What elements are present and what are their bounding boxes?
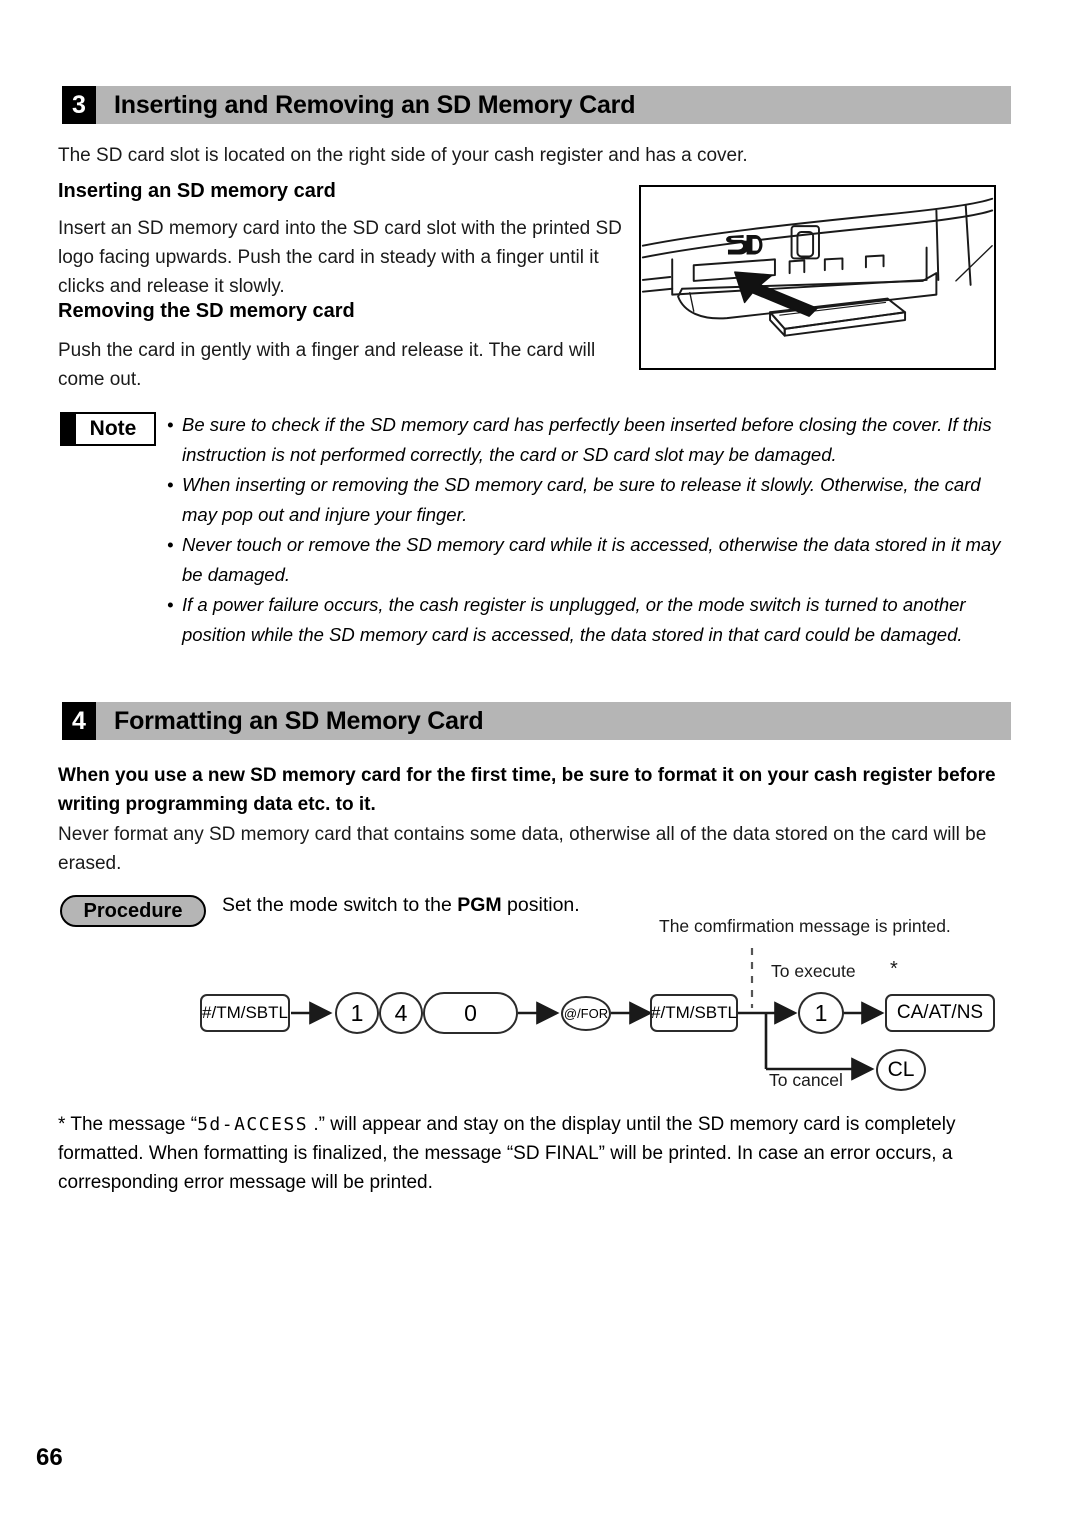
key-cl[interactable]: CL	[876, 1049, 926, 1091]
sd-card-slot-drawing	[641, 197, 994, 337]
section-title-bar-3: Inserting and Removing an SD Memory Card	[96, 86, 1011, 124]
confirmation-message-label: The comfirmation message is printed.	[659, 916, 951, 936]
section4-bold-intro: When you use a new SD memory card for th…	[58, 765, 996, 815]
document-page: 3 Inserting and Removing an SD Memory Ca…	[0, 0, 1080, 1526]
key-digit-0[interactable]: 0	[423, 992, 518, 1034]
section4-body: Never format any SD memory card that con…	[58, 824, 987, 874]
insertion-arrow-icon	[734, 271, 818, 317]
removing-sd-card-body: Push the card in gently with a finger an…	[58, 340, 596, 390]
procedure-instruction-post: position.	[501, 894, 580, 916]
footnote-pre-text: The message “	[70, 1114, 198, 1135]
key-digit-1[interactable]: 1	[335, 992, 379, 1034]
section-number-badge-4: 4	[62, 702, 96, 740]
note-list: Be sure to check if the SD memory card h…	[167, 410, 1007, 650]
sd-logo-icon	[726, 234, 763, 255]
procedure-instruction: Set the mode switch to the PGM position.	[222, 894, 580, 917]
note-item: If a power failure occurs, the cash regi…	[167, 590, 1007, 650]
procedure-instruction-pre: Set the mode switch to the	[222, 894, 458, 916]
section-number-badge-3: 3	[62, 86, 96, 124]
section-title-4: Formatting an SD Memory Card	[114, 706, 484, 735]
sd-card-slot-illustration	[639, 185, 996, 370]
section-header-3: 3 Inserting and Removing an SD Memory Ca…	[62, 86, 1011, 124]
note-accent-bar	[62, 414, 76, 444]
page-number: 66	[36, 1444, 63, 1471]
key-ca-at-ns[interactable]: CA/AT/NS	[885, 994, 995, 1032]
footnote-marker: *	[58, 1114, 66, 1135]
footnote-star-marker: *	[890, 958, 898, 980]
lcd-message-text: 5d-ACCESS	[197, 1114, 309, 1135]
note-badge: Note	[60, 412, 156, 446]
section-header-4: 4 Formatting an SD Memory Card	[62, 702, 1011, 740]
key-tm-sbtl-2[interactable]: #/TM/SBTL	[650, 994, 738, 1032]
key-execute-digit-1[interactable]: 1	[798, 992, 844, 1034]
note-item: Never touch or remove the SD memory card…	[167, 530, 1007, 590]
to-execute-label: To execute	[771, 961, 856, 981]
procedure-mode-pgm: PGM	[457, 894, 502, 916]
key-digit-4[interactable]: 4	[379, 992, 423, 1034]
section-title-3: Inserting and Removing an SD Memory Card	[114, 90, 636, 119]
subheading-inserting-sd-card: Inserting an SD memory card	[58, 180, 336, 202]
section3-intro-text: The SD card slot is located on the right…	[58, 145, 748, 166]
procedure-badge: Procedure	[60, 895, 206, 927]
footnote-block: * The message “5d-ACCESS .” will appear …	[58, 1110, 1008, 1197]
inserting-sd-card-body: Insert an SD memory card into the SD car…	[58, 218, 622, 297]
subheading-removing-sd-card: Removing the SD memory card	[58, 300, 355, 322]
key-tm-sbtl-1[interactable]: #/TM/SBTL	[200, 994, 290, 1032]
section-title-bar-4: Formatting an SD Memory Card	[96, 702, 1011, 740]
note-item: Be sure to check if the SD memory card h…	[167, 410, 1007, 470]
key-at-for[interactable]: @/FOR	[561, 996, 611, 1031]
to-cancel-label: To cancel	[769, 1070, 843, 1090]
note-label: Note	[89, 417, 137, 440]
note-item: When inserting or removing the SD memory…	[167, 470, 1007, 530]
